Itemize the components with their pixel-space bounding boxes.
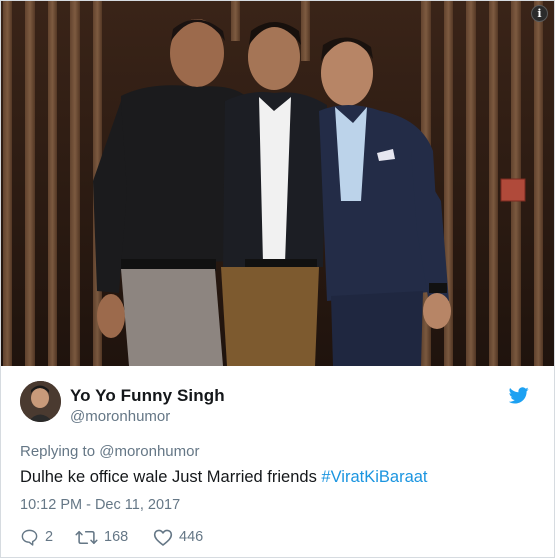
retweet-button[interactable]: 168 xyxy=(75,526,128,548)
like-button[interactable]: 446 xyxy=(153,526,203,548)
twitter-bird-icon[interactable] xyxy=(509,387,529,404)
reply-context: Replying to @moronhumor xyxy=(20,443,199,460)
tweet-card: i Yo Yo Funny Singh @moronhumor Replying… xyxy=(0,0,555,558)
author-display-name[interactable]: Yo Yo Funny Singh xyxy=(70,386,225,406)
reply-context-prefix: Replying to xyxy=(20,443,96,460)
tweet-timestamp[interactable]: 10:12 PM - Dec 11, 2017 xyxy=(20,497,180,513)
author-handle[interactable]: @moronhumor xyxy=(70,408,170,425)
photo-illustration xyxy=(1,1,554,366)
tweet-text: Dulhe ke office wale Just Married friend… xyxy=(20,468,428,487)
retweet-count: 168 xyxy=(104,529,129,545)
heart-icon xyxy=(153,529,173,546)
reply-icon xyxy=(21,529,38,546)
avatar-image xyxy=(20,381,61,422)
tweet-actions: 2 168 446 xyxy=(20,526,320,548)
info-icon[interactable]: i xyxy=(531,5,548,22)
reply-context-handle[interactable]: @moronhumor xyxy=(99,443,199,460)
hashtag-link[interactable]: #ViratKiBaraat xyxy=(321,468,427,486)
avatar[interactable] xyxy=(20,381,61,422)
reply-count: 2 xyxy=(45,529,54,545)
tweet-photo[interactable]: i xyxy=(1,1,554,366)
tweet-text-body: Dulhe ke office wale Just Married friend… xyxy=(20,468,322,486)
retweet-icon xyxy=(75,530,98,544)
reply-button[interactable]: 2 xyxy=(20,526,53,548)
like-count: 446 xyxy=(179,529,204,545)
